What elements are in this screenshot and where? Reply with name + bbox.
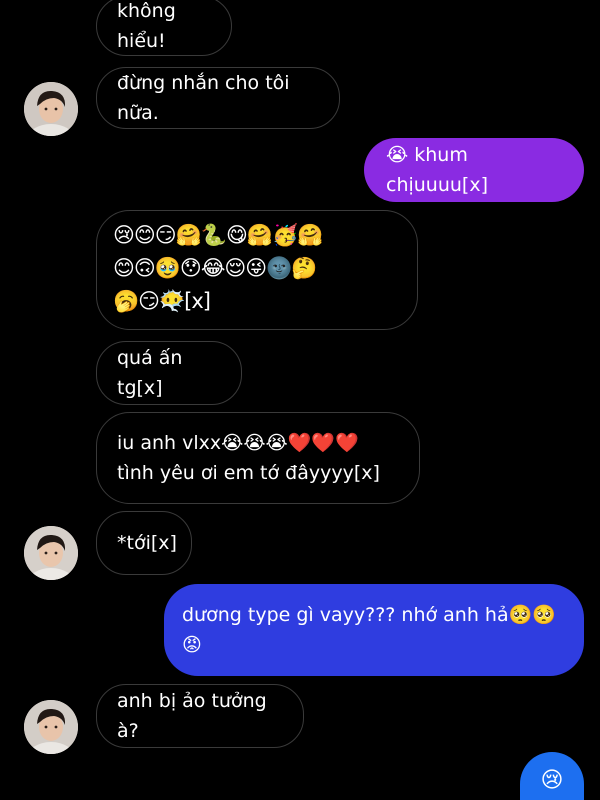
avatar-icon[interactable] <box>24 700 78 754</box>
message-text: anh bị ảo tưởng à? <box>117 690 273 742</box>
avatar-icon[interactable] <box>24 82 78 136</box>
message-bubble-incoming[interactable]: không hiểu! <box>96 0 232 56</box>
message-text: 😢 <box>540 768 564 793</box>
avatar-icon[interactable] <box>24 526 78 580</box>
message-text: 😭 khum chịuuuu[x] <box>386 144 489 196</box>
message-text: đừng nhắn cho tôi nữa. <box>117 72 296 124</box>
chat-thread: không hiểu! đừng nhắn cho tôi nữa. 😭 khu… <box>0 0 600 800</box>
message-text: quá ấn tg[x] <box>117 347 189 399</box>
message-bubble-incoming[interactable]: anh bị ảo tưởng à? <box>96 684 304 748</box>
message-bubble-outgoing[interactable]: 😢 <box>520 752 584 800</box>
message-bubble-incoming[interactable]: iu anh vlxx😭😭😭❤️❤️❤️ tình yêu ơi em tớ đ… <box>96 412 420 504</box>
message-text: không hiểu! <box>117 0 182 52</box>
message-bubble-incoming[interactable]: quá ấn tg[x] <box>96 341 242 405</box>
message-text: dương type gì vayy??? nhớ anh hả🥺🥺 😡 <box>182 604 556 656</box>
message-text: *tới[x] <box>117 532 177 554</box>
message-bubble-outgoing[interactable]: 😭 khum chịuuuu[x] <box>364 138 584 202</box>
message-bubble-outgoing[interactable]: dương type gì vayy??? nhớ anh hả🥺🥺 😡 <box>164 584 584 676</box>
message-bubble-incoming[interactable]: đừng nhắn cho tôi nữa. <box>96 67 340 129</box>
message-text: iu anh vlxx😭😭😭❤️❤️❤️ tình yêu ơi em tớ đ… <box>117 432 380 484</box>
message-bubble-incoming[interactable]: 😢😊😏🤗🐍😋🤗🥳🤗 😊🙃🥹😯😂😌😜🌚🤔 🥱😏😶‍🌫️[x] <box>96 210 418 330</box>
message-text: 😢😊😏🤗🐍😋🤗🥳🤗 😊🙃🥹😯😂😌😜🌚🤔 🥱😏😶‍🌫️[x] <box>113 223 323 313</box>
message-bubble-incoming[interactable]: *tới[x] <box>96 511 192 575</box>
